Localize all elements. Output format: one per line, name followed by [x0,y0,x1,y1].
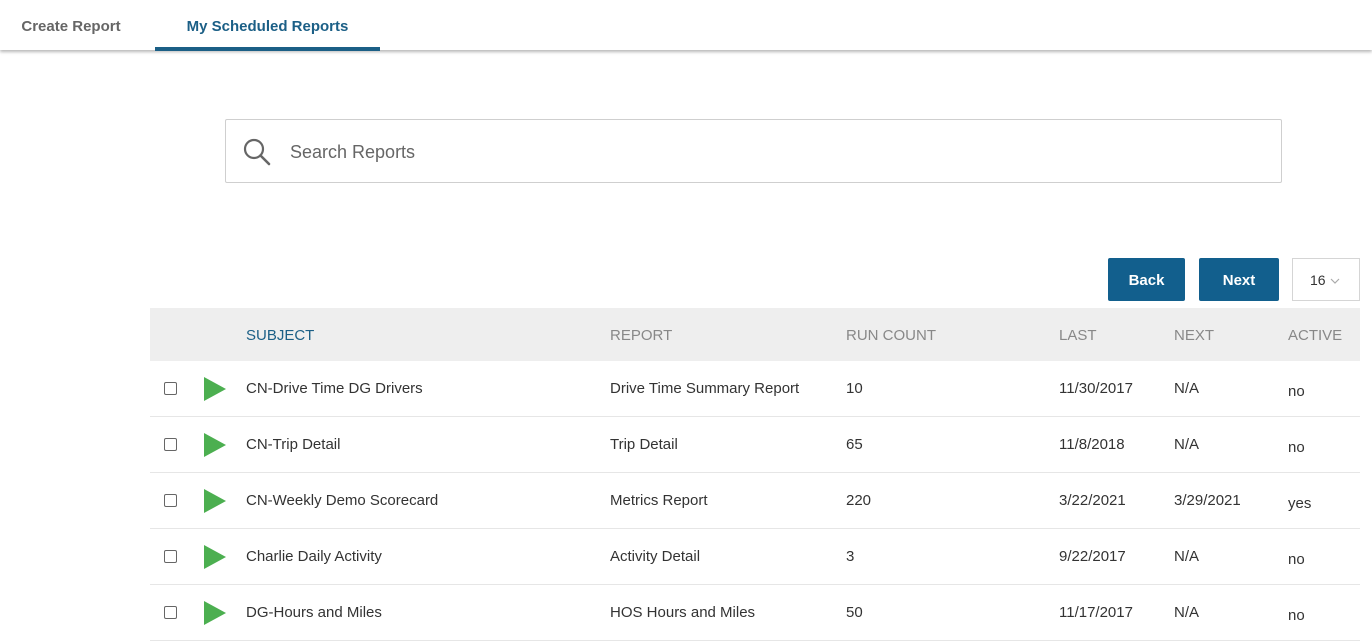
table-row: CN-Trip Detail Trip Detail 65 11/8/2018 … [150,417,1360,473]
cell-last: 9/22/2017 [1059,548,1126,565]
back-button[interactable]: Back [1108,258,1185,301]
row-checkbox[interactable] [164,606,177,619]
table-row: CN-Weekly Demo Scorecard Metrics Report … [150,473,1360,529]
column-header-last: LAST [1059,327,1097,344]
next-button[interactable]: Next [1199,258,1279,301]
column-header-subject[interactable]: SUBJECT [246,308,314,364]
play-icon[interactable] [202,377,226,401]
tab-bar: Create Report My Scheduled Reports [0,0,1372,51]
cell-run-count: 10 [846,380,863,397]
cell-active: yes [1288,495,1312,512]
search-input[interactable] [288,120,1252,184]
cell-report: Metrics Report [610,492,708,509]
cell-active: no [1288,607,1305,624]
tab-create-report[interactable]: Create Report [10,0,132,50]
cell-report: Activity Detail [610,548,701,565]
chevron-down-icon [1330,273,1340,284]
cell-subject: CN-Trip Detail [246,436,341,453]
row-checkbox[interactable] [164,494,177,507]
cell-active: no [1288,551,1305,568]
table-header: SUBJECT REPORT RUN COUNT LAST NEXT ACTIV… [150,308,1360,361]
column-header-next: NEXT [1174,327,1215,344]
row-checkbox[interactable] [164,382,177,395]
play-icon[interactable] [202,601,226,625]
search-box [225,119,1282,184]
cell-subject: CN-Weekly Demo Scorecard [246,492,439,509]
cell-next: 3/29/2021 [1174,492,1241,509]
reports-table: SUBJECT REPORT RUN COUNT LAST NEXT ACTIV… [150,308,1360,641]
tab-my-scheduled-reports[interactable]: My Scheduled Reports [155,0,380,51]
page-size-value: 16 [1310,272,1326,288]
cell-last: 11/8/2018 [1059,436,1125,453]
cell-report: Drive Time Summary Report [610,380,800,397]
cell-subject: Charlie Daily Activity [246,548,382,565]
play-icon[interactable] [202,433,226,457]
cell-active: no [1288,439,1305,456]
row-checkbox[interactable] [164,550,177,563]
column-header-active: ACTIVE [1288,327,1343,344]
column-header-report: REPORT [610,327,673,344]
page-size-select[interactable]: 16 [1292,258,1360,301]
cell-next: N/A [1174,380,1200,397]
cell-next: N/A [1174,548,1200,565]
cell-run-count: 3 [846,548,855,565]
search-icon [242,137,272,167]
play-icon[interactable] [202,545,226,569]
table-row: CN-Drive Time DG Drivers Drive Time Summ… [150,361,1360,417]
cell-last: 3/22/2021 [1059,492,1126,509]
play-icon[interactable] [202,489,226,513]
cell-run-count: 220 [846,492,872,509]
cell-report: Trip Detail [610,436,678,453]
cell-next: N/A [1174,436,1200,453]
table-row: Charlie Daily Activity Activity Detail 3… [150,529,1360,585]
cell-last: 11/30/2017 [1059,380,1133,397]
cell-run-count: 65 [846,436,863,453]
row-checkbox[interactable] [164,438,177,451]
cell-active: no [1288,383,1305,400]
cell-subject: CN-Drive Time DG Drivers [246,380,423,397]
column-header-run-count: RUN COUNT [846,327,936,344]
